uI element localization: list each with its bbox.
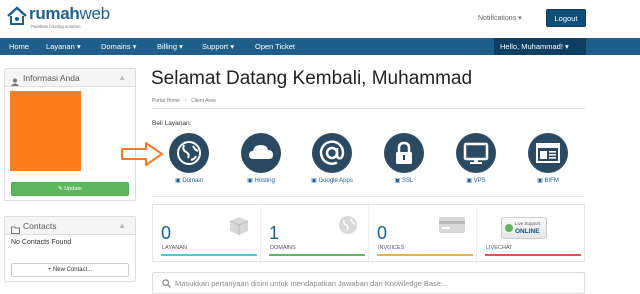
search-icon bbox=[162, 279, 171, 288]
nav-open-ticket[interactable]: Open Ticket bbox=[255, 38, 295, 55]
brand-name: rumahweb bbox=[29, 4, 110, 23]
new-contact-button[interactable]: + New Contact... bbox=[11, 263, 129, 277]
stat-value: 1 bbox=[269, 223, 280, 243]
service-label: ▣ VPS bbox=[466, 178, 486, 184]
stat-label: LAYANAN bbox=[162, 245, 187, 251]
contacts-panel: Contacts ▲ No Contacts Found + New Conta… bbox=[4, 216, 136, 282]
service-label: ▣ Domain bbox=[174, 178, 204, 184]
stat-label: LIVECHAT bbox=[486, 245, 513, 251]
chevron-up-icon[interactable]: ▲ bbox=[118, 217, 126, 235]
service-ssl[interactable]: ▣ SSL bbox=[374, 133, 434, 184]
breadcrumb-client-area: Client Area bbox=[191, 98, 216, 104]
avatar bbox=[10, 91, 81, 171]
service-bifm[interactable]: ▣ BIFM bbox=[518, 133, 578, 184]
update-button[interactable]: ✎ Update bbox=[11, 182, 129, 196]
credit-card-icon bbox=[439, 217, 465, 233]
online-text: ONLINE bbox=[515, 228, 540, 235]
live-support-badge[interactable]: Live Support ONLINE bbox=[501, 217, 547, 239]
service-label: ▣ Google Apps bbox=[311, 178, 353, 184]
stat-label: INVOICES bbox=[378, 245, 405, 251]
nav-support[interactable]: Support ▾ bbox=[202, 38, 234, 55]
user-icon bbox=[11, 74, 19, 92]
kb-search-box bbox=[152, 272, 585, 294]
folder-icon bbox=[11, 222, 20, 240]
service-vps[interactable]: ▣ VPS bbox=[446, 133, 506, 184]
user-menu[interactable]: Hello, Muhammad! ▾ bbox=[494, 38, 586, 55]
stat-domains[interactable]: 1 DOMAINS bbox=[261, 205, 369, 261]
service-label: ▣ Hosting bbox=[247, 178, 275, 184]
page-title: Selamat Datang Kembali, Muhammad bbox=[151, 68, 473, 89]
live-support-text: Live Support bbox=[515, 221, 541, 226]
stat-underline bbox=[269, 254, 365, 256]
main-navbar: Home Layanan ▾ Domains ▾ Billing ▾ Suppo… bbox=[0, 38, 640, 55]
nav-domains[interactable]: Domains ▾ bbox=[101, 38, 136, 55]
breadcrumb-portal-home[interactable]: Portal Home bbox=[152, 98, 180, 104]
monitor-icon bbox=[456, 133, 496, 173]
info-panel: Informasi Anda ▲ ✎ Update bbox=[4, 68, 136, 201]
service-google-apps[interactable]: ▣ Google Apps bbox=[302, 133, 362, 184]
cube-icon bbox=[229, 217, 249, 235]
service-hosting[interactable]: ▣ Hosting bbox=[231, 133, 291, 184]
top-header: rumahweb Painless hosting solution Notif… bbox=[0, 0, 640, 38]
stat-underline bbox=[161, 254, 257, 256]
divider bbox=[152, 108, 585, 109]
brand-logo[interactable]: rumahweb bbox=[6, 4, 110, 26]
contacts-panel-title: Contacts bbox=[23, 221, 57, 231]
service-domain[interactable]: ▣ Domain bbox=[159, 133, 219, 184]
nav-billing[interactable]: Billing ▾ bbox=[157, 38, 183, 55]
kb-search-input[interactable] bbox=[175, 276, 575, 291]
stat-value: 0 bbox=[161, 223, 172, 243]
stat-invoices[interactable]: 0 INVOICES bbox=[369, 205, 477, 261]
stats-panel: 0 LAYANAN 1 DOMAINS 0 INVOICES Live Supp… bbox=[152, 204, 585, 262]
arrow-right-icon bbox=[121, 142, 163, 166]
service-label: ▣ SSL bbox=[394, 178, 414, 184]
divider bbox=[152, 196, 585, 197]
logout-button[interactable]: Logout bbox=[546, 9, 586, 27]
at-icon bbox=[312, 133, 352, 173]
globe-icon bbox=[339, 216, 357, 234]
lock-icon bbox=[384, 133, 424, 173]
breadcrumb: Portal Home / Client Area bbox=[152, 98, 216, 104]
nav-layanan[interactable]: Layanan ▾ bbox=[46, 38, 81, 55]
info-panel-title: Informasi Anda bbox=[23, 73, 80, 83]
stat-underline bbox=[485, 254, 581, 256]
house-logo-icon bbox=[6, 6, 28, 26]
chevron-up-icon[interactable]: ▲ bbox=[118, 69, 126, 87]
stat-value: 0 bbox=[377, 223, 388, 243]
nav-home[interactable]: Home bbox=[9, 38, 29, 55]
brand-tagline: Painless hosting solution bbox=[31, 24, 81, 29]
contacts-panel-header[interactable]: Contacts ▲ bbox=[5, 217, 135, 235]
notifications-label: Notifications bbox=[478, 15, 517, 22]
stat-layanan[interactable]: 0 LAYANAN bbox=[153, 205, 261, 261]
service-label: ▣ BIFM bbox=[537, 178, 559, 184]
online-status-icon bbox=[505, 224, 513, 232]
no-contacts-text: No Contacts Found bbox=[11, 239, 72, 246]
notifications-menu[interactable]: Notifications ▾ bbox=[478, 14, 522, 22]
cloud-icon bbox=[241, 133, 281, 173]
beli-layanan-label: Beli Layanan: bbox=[152, 120, 192, 127]
stat-label: DOMAINS bbox=[270, 245, 296, 251]
globe-icon bbox=[169, 133, 209, 173]
caret-down-icon: ▾ bbox=[518, 15, 522, 22]
window-icon bbox=[528, 133, 568, 173]
stat-livechat[interactable]: Live Support ONLINE LIVECHAT bbox=[477, 205, 585, 261]
info-panel-header[interactable]: Informasi Anda ▲ bbox=[5, 69, 135, 87]
stat-underline bbox=[377, 254, 473, 256]
